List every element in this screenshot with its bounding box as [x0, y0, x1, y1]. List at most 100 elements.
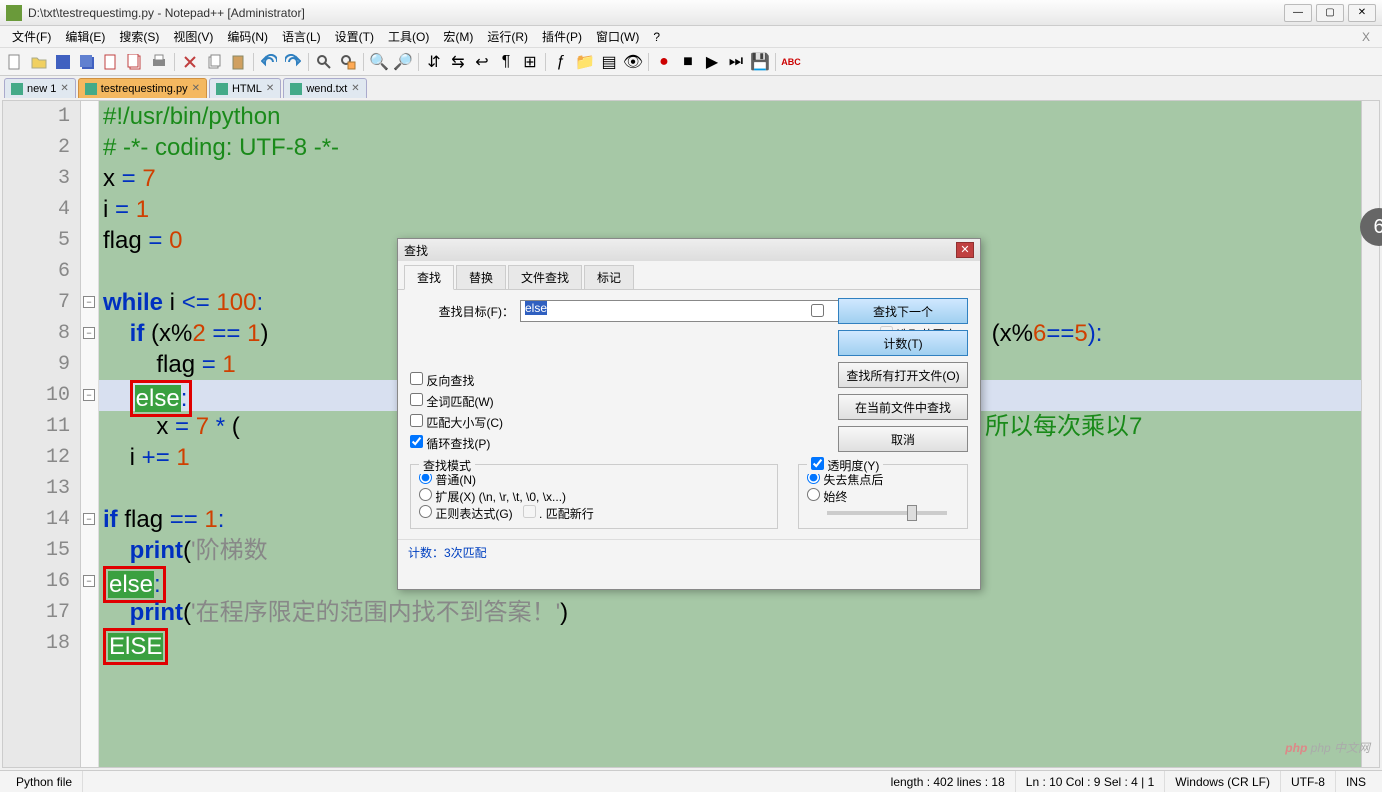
dotall-checkbox[interactable]: . 匹配新行	[523, 507, 594, 521]
dialog-close-button[interactable]: ✕	[956, 242, 974, 258]
minimize-button[interactable]: —	[1284, 4, 1312, 22]
menu-run[interactable]: 运行(R)	[481, 26, 534, 47]
menu-macro[interactable]: 宏(M)	[437, 26, 479, 47]
trans-always-radio[interactable]: 始终	[807, 490, 847, 504]
folder-view-icon[interactable]: 📁	[574, 51, 596, 73]
sync-v-icon[interactable]: ⇵	[423, 51, 445, 73]
trans-lostfocus-radio[interactable]: 失去焦点后	[807, 473, 883, 487]
paste-icon[interactable]	[227, 51, 249, 73]
search-mode-group: 查找模式	[419, 457, 475, 474]
doc-map-icon[interactable]: ▤	[598, 51, 620, 73]
fold-minus-icon[interactable]: −	[83, 327, 95, 339]
fold-minus-icon[interactable]: −	[83, 513, 95, 525]
dialog-tab-mark[interactable]: 标记	[584, 265, 634, 289]
menu-plugins[interactable]: 插件(P)	[536, 26, 588, 47]
statusbar: Python file length : 402 lines : 18 Ln :…	[0, 770, 1382, 792]
watermark: php php 中文网	[1285, 739, 1370, 756]
spellcheck-icon[interactable]: ABC	[780, 51, 802, 73]
menu-settings[interactable]: 设置(T)	[329, 26, 380, 47]
dialog-tab-findfiles[interactable]: 文件查找	[508, 265, 582, 289]
menu-encoding[interactable]: 编码(N)	[221, 26, 274, 47]
count-button[interactable]: 计数(T)	[838, 330, 968, 356]
show-all-chars-icon[interactable]: ¶	[495, 51, 517, 73]
save-icon[interactable]	[52, 51, 74, 73]
find-status: 计数：3次匹配	[398, 539, 980, 565]
dialog-tab-find[interactable]: 查找	[404, 265, 454, 290]
mode-normal-radio[interactable]: 普通(N)	[419, 473, 476, 487]
fold-gutter: − − − − −	[81, 101, 99, 767]
mode-extended-radio[interactable]: 扩展(X) (\n, \r, \t, \0, \x...)	[419, 490, 566, 504]
cancel-button[interactable]: 取消	[838, 426, 968, 452]
file-icon	[216, 83, 228, 95]
play-multi-icon[interactable]: ⏭	[725, 51, 747, 73]
dialog-tabs: 查找 替换 文件查找 标记	[398, 261, 980, 290]
record-macro-icon[interactable]: ●	[653, 51, 675, 73]
dialog-title: 查找	[404, 242, 428, 259]
redo-icon[interactable]	[282, 51, 304, 73]
file-icon	[290, 83, 302, 95]
zoom-out-icon[interactable]: 🔎	[392, 51, 414, 73]
window-titlebar: D:\txt\testrequestimg.py - Notepad++ [Ad…	[0, 0, 1382, 26]
close-button[interactable]: ✕	[1348, 4, 1376, 22]
transparency-slider[interactable]	[827, 511, 947, 515]
tab-html[interactable]: HTML✕	[209, 78, 281, 98]
tab-close-icon[interactable]: ✕	[266, 83, 274, 94]
fold-minus-icon[interactable]: −	[83, 389, 95, 401]
maximize-button[interactable]: ▢	[1316, 4, 1344, 22]
zoom-in-icon[interactable]: 🔍	[368, 51, 390, 73]
fold-minus-icon[interactable]: −	[83, 575, 95, 587]
tab-testrequestimg[interactable]: testrequestimg.py✕	[78, 78, 207, 98]
find-next-pin-checkbox[interactable]	[811, 304, 824, 317]
transparency-checkbox[interactable]	[811, 457, 824, 470]
wrap-icon[interactable]: ↩	[471, 51, 493, 73]
print-icon[interactable]	[148, 51, 170, 73]
replace-icon[interactable]	[337, 51, 359, 73]
find-all-open-button[interactable]: 查找所有打开文件(O)	[838, 362, 968, 388]
menu-search[interactable]: 搜索(S)	[113, 26, 165, 47]
app-icon	[6, 5, 22, 21]
cut-icon[interactable]	[179, 51, 201, 73]
file-icon	[11, 83, 23, 95]
play-macro-icon[interactable]: ▶	[701, 51, 723, 73]
undo-icon[interactable]	[258, 51, 280, 73]
tab-new1[interactable]: new 1✕	[4, 78, 76, 98]
mode-regex-radio[interactable]: 正则表达式(G)	[419, 507, 513, 521]
file-icon	[85, 83, 97, 95]
tab-close-icon[interactable]: ✕	[192, 83, 200, 94]
menu-file[interactable]: 文件(F)	[6, 26, 57, 47]
tab-close-icon[interactable]: ✕	[351, 83, 359, 94]
save-macro-icon[interactable]: 💾	[749, 51, 771, 73]
dialog-tab-replace[interactable]: 替换	[456, 265, 506, 289]
stop-macro-icon[interactable]: ■	[677, 51, 699, 73]
sync-h-icon[interactable]: ⇆	[447, 51, 469, 73]
menubar: 文件(F) 编辑(E) 搜索(S) 视图(V) 编码(N) 语言(L) 设置(T…	[0, 26, 1382, 48]
highlight-else-3: ElSE	[103, 628, 168, 665]
menu-tools[interactable]: 工具(O)	[382, 26, 435, 47]
find-target-label: 查找目标(F)：	[410, 303, 520, 320]
indent-guide-icon[interactable]: ⊞	[519, 51, 541, 73]
menu-help[interactable]: ?	[647, 28, 666, 46]
find-icon[interactable]	[313, 51, 335, 73]
monitor-icon[interactable]: 👁	[622, 51, 644, 73]
function-list-icon[interactable]: ƒ	[550, 51, 572, 73]
menu-area-close[interactable]: X	[1356, 30, 1376, 44]
close-file-icon[interactable]	[100, 51, 122, 73]
find-dialog: 查找 ✕ 查找 替换 文件查找 标记 查找目标(F)： else ▾ 选取范围内…	[397, 238, 981, 590]
window-title: D:\txt\testrequestimg.py - Notepad++ [Ad…	[28, 6, 1284, 20]
open-file-icon[interactable]	[28, 51, 50, 73]
menu-language[interactable]: 语言(L)	[276, 26, 327, 47]
menu-window[interactable]: 窗口(W)	[590, 26, 645, 47]
menu-view[interactable]: 视图(V)	[167, 26, 219, 47]
copy-icon[interactable]	[203, 51, 225, 73]
save-all-icon[interactable]	[76, 51, 98, 73]
tab-close-icon[interactable]: ✕	[60, 83, 68, 94]
tab-wend[interactable]: wend.txt✕	[283, 78, 366, 98]
vertical-scrollbar[interactable]	[1361, 101, 1379, 767]
close-all-icon[interactable]	[124, 51, 146, 73]
find-in-current-button[interactable]: 在当前文件中查找	[838, 394, 968, 420]
fold-minus-icon[interactable]: −	[83, 296, 95, 308]
find-next-button[interactable]: 查找下一个	[838, 298, 968, 324]
new-file-icon[interactable]	[4, 51, 26, 73]
menu-edit[interactable]: 编辑(E)	[59, 26, 111, 47]
dialog-titlebar[interactable]: 查找 ✕	[398, 239, 980, 261]
